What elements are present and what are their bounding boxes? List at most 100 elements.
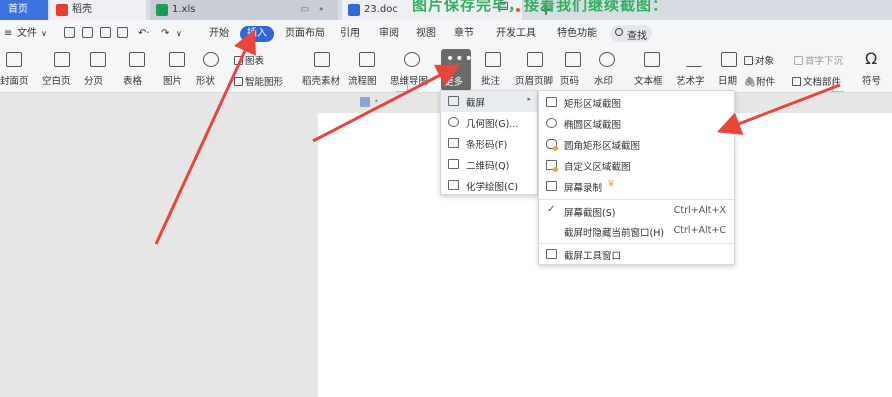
menu-item-hide-window[interactable]: 截屏时隐藏当前窗口(H) Ctrl+Alt+C	[539, 221, 734, 242]
calendar-icon	[721, 52, 737, 67]
picture-icon	[169, 52, 185, 67]
menu-item-geometry[interactable]: 几何图(G)...	[441, 112, 537, 133]
wordart-icon	[686, 52, 702, 67]
chevron-down-icon[interactable]: ∨	[41, 27, 47, 41]
print-preview-icon[interactable]	[82, 27, 93, 38]
object-icon	[744, 56, 753, 65]
tab-review[interactable]: 审阅	[379, 27, 399, 41]
margin-corner-top-left	[396, 80, 408, 92]
instruction-banner: 图片保存完毕，接着我们继续截图：	[412, 0, 669, 14]
smartart-icon	[234, 77, 243, 86]
crown-icon: ♛	[607, 179, 616, 189]
tab-insert[interactable]: 插入	[240, 26, 274, 42]
menu-bar: ≡ 文件 ∨ ↶· ↷ ∨ 开始 插入 页面布局 引用 审阅 视图 章节 开发工…	[0, 20, 892, 47]
chart-button[interactable]: 图表	[234, 53, 264, 67]
menu-item-screen-capture[interactable]: ✓ 屏幕截图(S) Ctrl+Alt+X	[539, 201, 734, 222]
mindmap-icon	[404, 52, 420, 67]
tab-page-layout[interactable]: 页面布局	[285, 27, 325, 41]
more-dots-icon: •••	[446, 51, 474, 67]
picture-button[interactable]: 图片	[160, 47, 194, 93]
omega-icon: Ω	[865, 49, 878, 68]
tab-developer[interactable]: 开发工具	[496, 27, 536, 41]
page-break-button[interactable]: 分页	[82, 47, 114, 93]
redo-icon[interactable]: ↷	[161, 27, 169, 41]
tab-references[interactable]: 引用	[340, 27, 360, 41]
undo-icon[interactable]: ↶·	[138, 27, 150, 41]
daoke-icon	[56, 4, 68, 16]
wordart-button[interactable]: 艺术字	[674, 47, 714, 93]
tab-view[interactable]: 视图	[416, 27, 436, 41]
menu-item-custom-capture[interactable]: 自定义区域截图	[539, 155, 734, 176]
shape-icon	[203, 52, 219, 67]
paperclip-icon: 🖇	[744, 77, 757, 88]
file-menu[interactable]: 文件	[17, 27, 37, 41]
dropcap-button[interactable]: 首字下沉	[794, 53, 843, 67]
qa-more-icon[interactable]: ∨	[176, 27, 182, 41]
tab-home[interactable]: 首页	[0, 0, 48, 20]
margin-corner-top-right	[832, 80, 844, 92]
format-painter-icon[interactable]	[117, 27, 128, 38]
material-icon	[314, 52, 330, 67]
check-icon: ✓	[547, 204, 556, 215]
smartart-button[interactable]: 智能图形	[234, 74, 283, 88]
menu-item-screenshot[interactable]: 截屏 ▸	[441, 91, 537, 112]
table-button[interactable]: 表格	[120, 47, 154, 93]
symbol-button[interactable]: Ω 符号	[858, 47, 892, 93]
monitor-icon[interactable]: ▭	[300, 0, 309, 20]
print-icon[interactable]	[100, 27, 111, 38]
more-dot-icon[interactable]: •	[318, 0, 325, 20]
menu-item-rect-capture[interactable]: 矩形区域截图	[539, 92, 734, 113]
submenu-arrow-icon: ▸	[527, 95, 531, 103]
tab-daoke-label: 稻壳	[72, 4, 92, 15]
search-label: 查找	[627, 31, 647, 42]
flask-icon	[448, 180, 459, 190]
menu-item-qrcode[interactable]: 二维码(Q)	[441, 154, 537, 175]
cover-page-button[interactable]: 封面页	[0, 47, 38, 93]
flowchart-button[interactable]: 流程图	[346, 47, 388, 93]
search-button[interactable]: 查找	[610, 25, 652, 42]
search-icon	[615, 28, 623, 36]
tab-start[interactable]: 开始	[209, 27, 229, 41]
save-icon[interactable]	[64, 27, 75, 38]
attachment-button[interactable]: 🖇附件	[744, 74, 775, 88]
hamburger-icon[interactable]: ≡	[4, 27, 12, 41]
tab-features[interactable]: 特色功能	[557, 27, 597, 41]
object-button[interactable]: 对象	[744, 53, 774, 67]
tab-bar: 首页 稻壳 1.xls ▭ • 23.doc + 图片保存完毕，接着我们继续截图…	[0, 0, 892, 20]
textbox-button[interactable]: 文本框	[632, 47, 672, 93]
tab-xls[interactable]: 1.xls ▭ •	[150, 0, 338, 20]
watermark-icon	[599, 52, 615, 67]
chart-icon	[234, 56, 243, 65]
premium-badge-icon	[553, 146, 558, 151]
comment-icon	[485, 52, 501, 67]
document-icon	[348, 4, 360, 16]
rectangle-icon	[546, 97, 557, 107]
barcode-icon	[448, 138, 459, 148]
menu-item-screen-record[interactable]: 屏幕录制 ♛	[539, 176, 734, 197]
geometry-icon	[448, 117, 459, 127]
menu-item-tool-window[interactable]: 截屏工具窗口	[539, 244, 734, 265]
tab-chapter[interactable]: 章节	[454, 27, 474, 41]
page-number-button[interactable]: 页码	[558, 47, 588, 93]
flowchart-icon	[359, 52, 375, 67]
comment-button[interactable]: 批注	[478, 47, 508, 93]
menu-item-chemistry[interactable]: 化学绘图(C)	[441, 175, 537, 196]
tab-xls-label: 1.xls	[172, 4, 196, 15]
tool-window-icon	[546, 249, 557, 259]
blank-page-button[interactable]: 空白页	[40, 47, 80, 93]
tab-daoke[interactable]: 稻壳	[50, 0, 146, 20]
shape-button[interactable]: 形状	[194, 47, 228, 93]
more-button[interactable]: ••• 更多	[441, 49, 474, 91]
material-button[interactable]: 稻壳素材	[300, 47, 344, 93]
menu-item-barcode[interactable]: 条形码(F)	[441, 133, 537, 154]
date-button[interactable]: 日期	[716, 47, 742, 93]
watermark-button[interactable]: 水印	[592, 47, 622, 93]
menu-item-ellipse-capture[interactable]: 椭圆区域截图	[539, 113, 734, 134]
screenshot-submenu: 矩形区域截图 椭圆区域截图 圆角矩形区域截图 自定义区域截图 屏幕录制 ♛ ✓ …	[538, 90, 736, 265]
dropcap-icon	[794, 56, 803, 65]
header-footer-button[interactable]: 页眉页脚	[512, 47, 558, 93]
page-number-icon	[565, 52, 581, 67]
menu-item-rounded-capture[interactable]: 圆角矩形区域截图	[539, 134, 734, 155]
qrcode-icon	[448, 159, 459, 169]
tab-doc-label: 23.doc	[364, 4, 398, 15]
